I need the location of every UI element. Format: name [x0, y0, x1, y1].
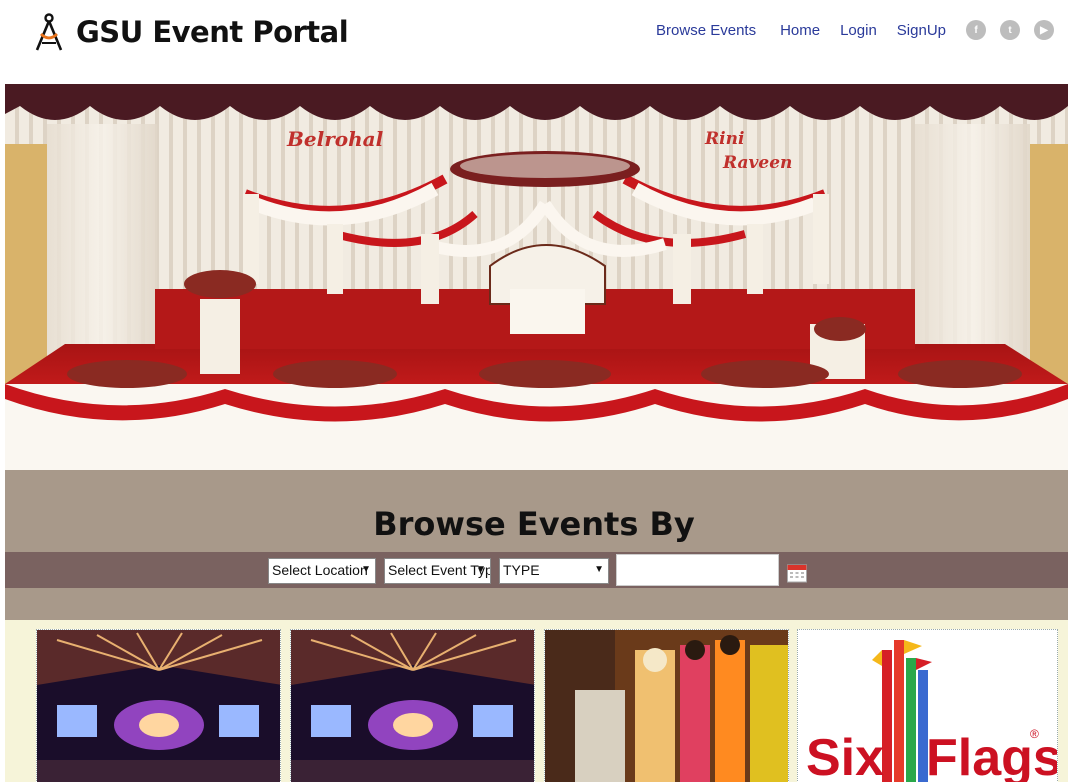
nav-login[interactable]: Login: [840, 22, 877, 39]
hero-stage-image: Belrohal Rini Raveen: [5, 84, 1068, 470]
twitter-icon[interactable]: t: [1000, 20, 1020, 40]
facebook-icon[interactable]: f: [966, 20, 986, 40]
wedding-image: [545, 630, 788, 782]
nav-signup[interactable]: SignUp: [897, 22, 946, 39]
location-select[interactable]: Select Location ▼: [268, 558, 376, 584]
dropdown-arrow-icon: ▼: [594, 564, 604, 575]
type-select-value: TYPE: [503, 562, 540, 578]
browse-title: Browse Events By: [373, 505, 695, 543]
nav-browse-events[interactable]: Browse Events: [656, 22, 756, 39]
date-input[interactable]: [616, 554, 779, 586]
concert-image: [37, 630, 280, 782]
six-flags-left: Six: [806, 729, 884, 782]
compass-logo-icon: [35, 13, 63, 51]
calendar-icon[interactable]: [787, 564, 807, 583]
brand-logo[interactable]: GSU Event Portal: [32, 12, 349, 52]
event-type-select[interactable]: Select Event Type ▼: [384, 558, 491, 584]
nav-home[interactable]: Home: [780, 22, 820, 39]
banner-right-text-1: Rini: [704, 129, 744, 149]
event-card[interactable]: [290, 629, 535, 782]
six-flags-logo-image: Six Flags ®: [798, 630, 1057, 782]
registered-mark: ®: [1030, 727, 1039, 741]
location-select-value: Select Location: [272, 562, 368, 578]
main-nav: Browse Events Home Login SignUp f t ▶: [656, 20, 1054, 40]
site-header: GSU Event Portal Browse Events Home Logi…: [0, 0, 1068, 70]
youtube-icon[interactable]: ▶: [1034, 20, 1054, 40]
dropdown-arrow-icon: ▼: [476, 564, 486, 575]
dropdown-arrow-icon: ▼: [361, 564, 371, 575]
event-card[interactable]: [544, 629, 789, 782]
event-card[interactable]: [36, 629, 281, 782]
event-card[interactable]: Six Flags ®: [797, 629, 1058, 782]
browse-section: [5, 470, 1068, 620]
brand-name: GSU Event Portal: [76, 15, 349, 49]
banner-right-text-2: Raveen: [722, 153, 792, 173]
type-select[interactable]: TYPE ▼: [499, 558, 609, 584]
concert-image: [291, 630, 534, 782]
banner-left-text: Belrohal: [286, 127, 384, 151]
